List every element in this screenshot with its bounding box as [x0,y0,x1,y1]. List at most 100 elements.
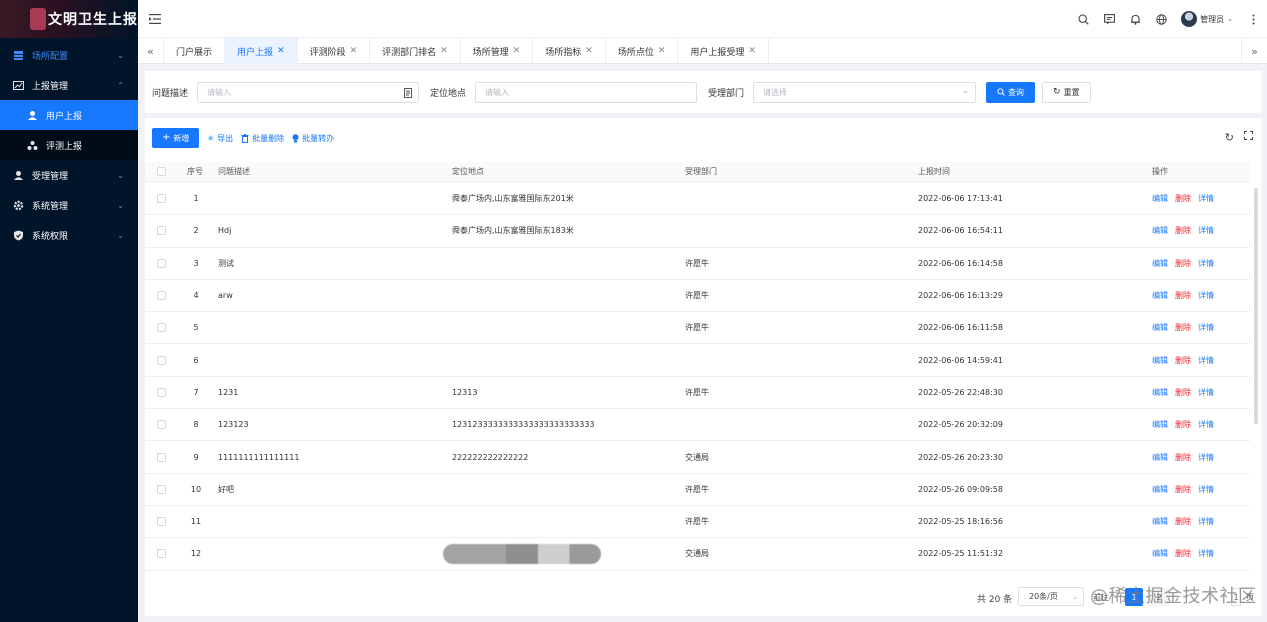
row-checkbox[interactable] [157,506,166,537]
reset-button[interactable]: ↻ 重置 [1042,81,1091,103]
delete-link[interactable]: 删除 [1175,355,1191,366]
delete-link[interactable]: 删除 [1175,193,1191,204]
add-button[interactable]: + 新增 [152,128,200,148]
cell-location: 12313 [452,387,478,397]
row-checkbox[interactable] [157,345,166,376]
user-menu[interactable]: 管理员 ⌄ [1181,11,1233,27]
tab-next-icon[interactable]: » [1241,38,1267,64]
delete-link[interactable]: 删除 [1175,258,1191,269]
tab-venue-management[interactable]: 场所管理 ✕ [461,38,534,64]
table-scrollbar[interactable] [1254,188,1258,424]
detail-link[interactable]: 详情 [1198,258,1214,269]
tab-venue-indicators[interactable]: 场所指标 ✕ [533,38,606,64]
select-all-checkbox[interactable] [157,162,166,181]
delete-link[interactable]: 删除 [1175,387,1191,398]
delete-link[interactable]: 删除 [1175,322,1191,333]
delete-link[interactable]: 删除 [1175,484,1191,495]
row-checkbox[interactable] [157,215,166,246]
edit-link[interactable]: 编辑 [1152,193,1168,204]
detail-link[interactable]: 详情 [1198,452,1214,463]
page-size-select[interactable]: 20条/页 ⌄ [1018,587,1084,606]
close-icon[interactable]: ✕ [440,46,448,56]
row-checkbox[interactable] [157,409,166,440]
tab-venue-points[interactable]: 场所点位 ✕ [606,38,679,64]
edit-link[interactable]: 编辑 [1152,290,1168,301]
row-checkbox[interactable] [157,377,166,408]
export-button[interactable]: ✳ 导出 [207,133,233,144]
detail-link[interactable]: 详情 [1198,193,1214,204]
page-button-2[interactable]: 2 [1148,588,1170,606]
query-button[interactable]: 查询 [986,81,1036,103]
refresh-icon[interactable]: ↻ [1225,131,1234,144]
tab-portal[interactable]: 门户展示 [164,38,226,64]
sidebar: 文明卫生上报 场所配置 ⌄ 上报管理 ⌃ 用户上报 评测上报 受理管理 ⌄ 系统… [0,0,138,622]
row-checkbox[interactable] [157,474,166,505]
cell-time: 2022-05-25 11:51:32 [918,549,1003,559]
row-checkbox[interactable] [157,280,166,311]
edit-link[interactable]: 编辑 [1152,322,1168,333]
delete-link[interactable]: 删除 [1175,516,1191,527]
edit-link[interactable]: 编辑 [1152,225,1168,236]
row-checkbox[interactable] [157,538,166,569]
detail-link[interactable]: 详情 [1198,548,1214,559]
problem-input[interactable]: 请输入 [197,81,420,103]
row-checkbox[interactable] [157,441,166,472]
cell-actions: 编辑 删除 详情 [1152,474,1221,505]
tab-prev-icon[interactable]: « [138,38,164,64]
page-button-1[interactable]: 1 [1125,588,1143,606]
detail-link[interactable]: 详情 [1198,516,1214,527]
sidebar-item-report-management[interactable]: 上报管理 ⌃ [0,70,138,100]
row-checkbox[interactable] [157,312,166,343]
tab-evaluation-stage[interactable]: 评测阶段 ✕ [298,38,371,64]
dept-select[interactable]: 请选择 ⌄ [753,81,977,103]
batch-transfer-button[interactable]: 批量转办 [292,133,334,144]
fullscreen-icon[interactable] [1244,131,1253,144]
close-icon[interactable]: ✕ [748,46,756,56]
globe-icon[interactable] [1155,13,1167,25]
more-vertical-icon[interactable] [1247,13,1259,25]
row-checkbox[interactable] [157,248,166,279]
close-icon[interactable]: ✕ [350,46,358,56]
edit-link[interactable]: 编辑 [1152,548,1168,559]
detail-link[interactable]: 详情 [1198,387,1214,398]
delete-link[interactable]: 删除 [1175,452,1191,463]
tab-dept-ranking[interactable]: 评测部门排名 ✕ [370,38,461,64]
message-icon[interactable] [1103,13,1115,25]
sidebar-item-venue-config[interactable]: 场所配置 ⌄ [0,40,138,70]
tab-user-report[interactable]: 用户上报 ✕ [225,38,298,64]
edit-link[interactable]: 编辑 [1152,484,1168,495]
detail-link[interactable]: 详情 [1198,355,1214,366]
detail-link[interactable]: 详情 [1198,322,1214,333]
delete-link[interactable]: 删除 [1175,419,1191,430]
delete-link[interactable]: 删除 [1175,548,1191,559]
close-icon[interactable]: ✕ [658,46,666,56]
batch-delete-button[interactable]: 批量删除 [241,133,284,144]
edit-link[interactable]: 编辑 [1152,258,1168,269]
search-icon[interactable] [1077,13,1089,25]
detail-link[interactable]: 详情 [1198,290,1214,301]
close-icon[interactable]: ✕ [585,46,593,56]
location-input[interactable]: 请输入 [475,81,698,103]
tab-user-report-acceptance[interactable]: 用户上报受理 ✕ [678,38,769,64]
sidebar-item-user-report[interactable]: 用户上报 [0,100,138,130]
edit-link[interactable]: 编辑 [1152,516,1168,527]
edit-link[interactable]: 编辑 [1152,452,1168,463]
sidebar-item-evaluation-report[interactable]: 评测上报 [0,130,138,160]
sidebar-item-system-permissions[interactable]: 系统权限 ⌄ [0,220,138,250]
close-icon[interactable]: ✕ [277,46,285,56]
edit-link[interactable]: 编辑 [1152,387,1168,398]
page-jump-input[interactable]: 1 [1231,588,1241,606]
row-checkbox[interactable] [157,183,166,214]
edit-link[interactable]: 编辑 [1152,355,1168,366]
edit-link[interactable]: 编辑 [1152,419,1168,430]
bell-icon[interactable] [1129,13,1141,25]
menu-fold-icon[interactable] [149,13,161,24]
delete-link[interactable]: 删除 [1175,290,1191,301]
sidebar-item-acceptance-management[interactable]: 受理管理 ⌄ [0,160,138,190]
delete-link[interactable]: 删除 [1175,225,1191,236]
detail-link[interactable]: 详情 [1198,225,1214,236]
close-icon[interactable]: ✕ [513,46,521,56]
sidebar-item-system-management[interactable]: 系统管理 ⌄ [0,190,138,220]
detail-link[interactable]: 详情 [1198,484,1214,495]
detail-link[interactable]: 详情 [1198,419,1214,430]
